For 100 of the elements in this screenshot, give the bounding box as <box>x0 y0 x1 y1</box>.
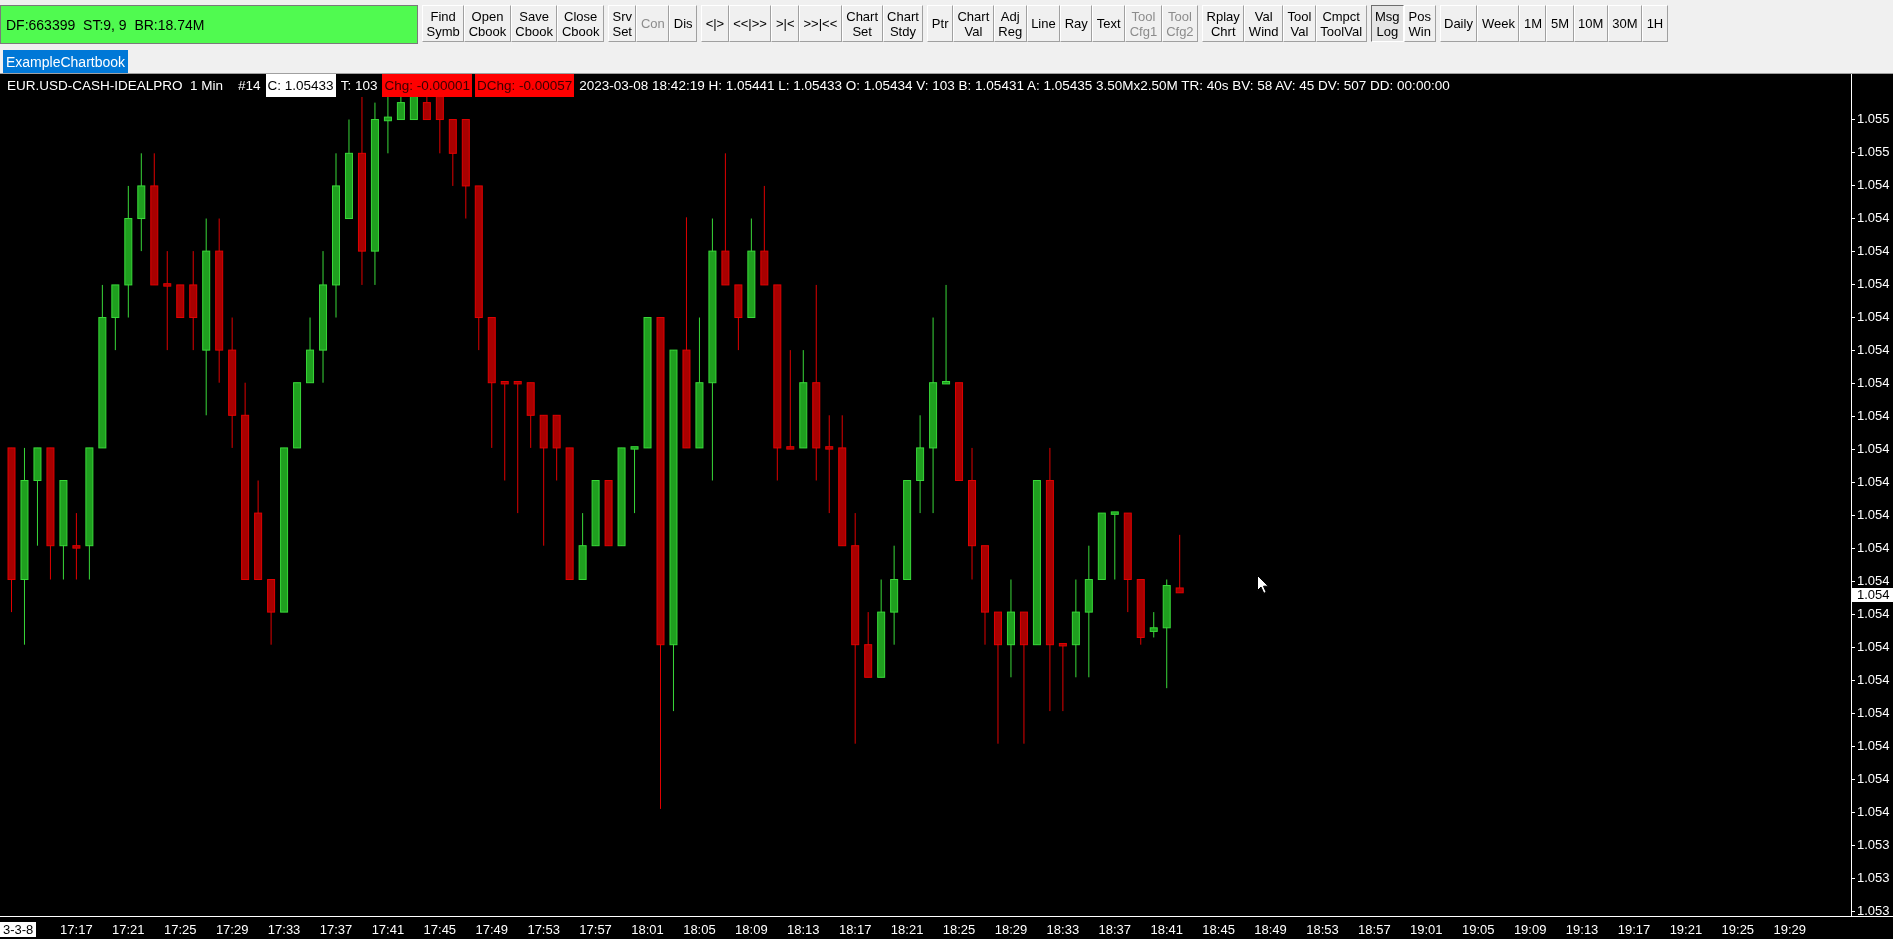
toolbar-button[interactable]: 1H <box>1642 5 1668 42</box>
time-axis-label: 18:45 <box>1202 922 1235 937</box>
toolbar-button[interactable]: <|> <box>701 5 729 42</box>
time-axis-label: 18:37 <box>1098 922 1132 937</box>
toolbar-button[interactable]: 10M <box>1573 5 1608 42</box>
chart-info-text: T: 103 <box>339 77 379 95</box>
current-price-label: 1.054 <box>1852 588 1893 602</box>
toolbar-button[interactable]: Open Cbook <box>464 5 511 42</box>
time-axis-label: 18:29 <box>994 922 1028 937</box>
time-axis-label: 18:01 <box>631 922 664 937</box>
time-axis-label: 17:57 <box>579 922 612 937</box>
time-axis-label: 18:21 <box>890 922 924 937</box>
price-axis-label: 1.054 <box>1852 277 1893 291</box>
mouse-pointer-icon <box>1257 575 1269 594</box>
status-readout: DF:663399 ST:9, 9 BR:18.74M <box>0 5 418 44</box>
toolbar-button[interactable]: Ptr <box>927 5 953 42</box>
price-axis-label: 1.054 <box>1852 541 1893 555</box>
toolbar-button[interactable]: 1M <box>1519 5 1547 42</box>
toolbar-button[interactable]: Msg Log <box>1370 5 1405 42</box>
toolbar-button[interactable]: >|< <box>771 5 799 42</box>
time-axis-label: 19:13 <box>1565 922 1599 937</box>
price-axis-label: 1.054 <box>1852 673 1893 687</box>
chartbook-tab[interactable]: ExampleChartbook <box>3 50 129 73</box>
price-axis-label: 1.054 <box>1852 409 1893 423</box>
price-axis-label: 1.054 <box>1852 706 1893 720</box>
toolbar-button[interactable]: 5M <box>1546 5 1574 42</box>
toolbar-button[interactable]: Val Wind <box>1244 5 1283 42</box>
time-axis-label: 17:29 <box>215 922 249 937</box>
time-axis-label: 18:13 <box>787 922 820 937</box>
price-axis-label: 1.054 <box>1852 343 1893 357</box>
toolbar-button[interactable]: Find Symb <box>422 5 465 42</box>
toolbar-button[interactable]: Line <box>1026 5 1061 42</box>
toolbar-button[interactable]: Week <box>1477 5 1520 42</box>
toolbar-button[interactable]: Srv Set <box>607 5 637 42</box>
toolbar-button[interactable]: Rplay Chrt <box>1202 5 1245 42</box>
time-axis-label: 17:53 <box>527 922 560 937</box>
close-price-highlight: C: 1.05433 <box>265 74 336 97</box>
chart-info-text: EUR.USD-CASH-IDEALPRO 1 Min #14 <box>6 77 262 95</box>
time-axis-label: 18:57 <box>1358 922 1391 937</box>
time-axis-label: 19:17 <box>1617 922 1651 937</box>
time-axis-label: 18:41 <box>1150 922 1183 937</box>
time-axis-label: 17:37 <box>319 922 353 937</box>
time-axis-label: 19:29 <box>1773 922 1806 937</box>
toolbar-button[interactable]: Pos Win <box>1404 5 1436 42</box>
time-axis-label: 18:53 <box>1306 922 1339 937</box>
time-axis-label: 17:25 <box>163 922 197 937</box>
toolbar-button[interactable]: <<|>> <box>728 5 772 42</box>
chart-info-text: 2023-03-08 18:42:19 H: 1.05441 L: 1.05433 O: 1.05434 V: 103 B: 1.05431 A: 1.05435 3.50Mx2.50M TR: 40s BV: 58 AV: 45 DV: 507 DD: 00:00:00 <box>578 77 1451 95</box>
price-axis-label: 1.053 <box>1852 871 1893 885</box>
price-axis-label: 1.054 <box>1852 178 1893 192</box>
price-axis-label: 1.054 <box>1852 607 1893 621</box>
time-axis-label: 19:05 <box>1461 922 1495 937</box>
price-axis-label: 1.054 <box>1852 376 1893 390</box>
toolbar-button[interactable]: Ray <box>1060 5 1093 42</box>
price-axis-label: 1.055 <box>1852 145 1893 159</box>
toolbar-button[interactable]: Save Cbook <box>510 5 558 42</box>
time-axis-label: 19:09 <box>1513 922 1547 937</box>
price-axis-label: 1.054 <box>1852 739 1893 753</box>
toolbar-button[interactable]: Daily <box>1439 5 1478 42</box>
price-axis-label: 1.054 <box>1852 772 1893 786</box>
time-axis-label: 19:01 <box>1410 922 1443 937</box>
time-axis-label: 17:45 <box>423 922 457 937</box>
price-axis-label: 1.055 <box>1852 112 1893 126</box>
time-axis-label: 18:25 <box>942 922 976 937</box>
time-axis-label: 18:17 <box>838 922 872 937</box>
price-axis-label: 1.054 <box>1852 310 1893 324</box>
toolbar-button[interactable]: Tool Val <box>1283 5 1316 42</box>
price-axis-label: 1.054 <box>1852 442 1893 456</box>
time-axis-label: 17:17 <box>60 922 93 937</box>
time-axis-label: 17:49 <box>475 922 508 937</box>
toolbar-button[interactable]: Chart Stdy <box>882 5 924 42</box>
time-axis-label: 18:49 <box>1254 922 1287 937</box>
time-axis-label: 17:21 <box>112 922 145 937</box>
price-axis-label: 1.054 <box>1852 211 1893 225</box>
toolbar-button[interactable]: Dis <box>669 5 698 42</box>
time-axis-label: 19:25 <box>1721 922 1755 937</box>
price-axis-label: 1.054 <box>1852 244 1893 258</box>
price-axis-label: 1.054 <box>1852 640 1893 654</box>
date-label: 3-3-8 <box>0 922 37 937</box>
time-axis-label: 18:05 <box>683 922 716 937</box>
time-axis-label: 18:33 <box>1046 922 1080 937</box>
time-axis-label: 18:09 <box>735 922 768 937</box>
price-change-highlight: Chg: -0.00001 <box>382 74 472 97</box>
price-axis-label: 1.054 <box>1852 574 1893 588</box>
toolbar-button[interactable]: Chart Val <box>952 5 994 42</box>
time-axis-label: 19:21 <box>1669 922 1703 937</box>
price-axis-label: 1.054 <box>1852 805 1893 819</box>
toolbar-button[interactable]: Text <box>1092 5 1126 42</box>
toolbar-button[interactable]: 30M <box>1607 5 1643 42</box>
price-axis-label: 1.054 <box>1852 475 1893 489</box>
price-axis-label: 1.054 <box>1852 508 1893 522</box>
toolbar-button[interactable]: Close Cbook <box>557 5 604 42</box>
price-change-highlight: DChg: -0.00057 <box>475 74 575 97</box>
toolbar-button[interactable]: Adj Reg <box>993 5 1027 42</box>
time-axis-label: 17:33 <box>267 922 301 937</box>
toolbar-button[interactable]: Chart Set <box>841 5 883 42</box>
time-axis-label: 17:41 <box>371 922 405 937</box>
price-axis-label: 1.053 <box>1852 904 1893 918</box>
toolbar-button[interactable]: Cmpct ToolVal <box>1315 5 1367 42</box>
toolbar-button[interactable]: >>|<< <box>799 5 842 42</box>
